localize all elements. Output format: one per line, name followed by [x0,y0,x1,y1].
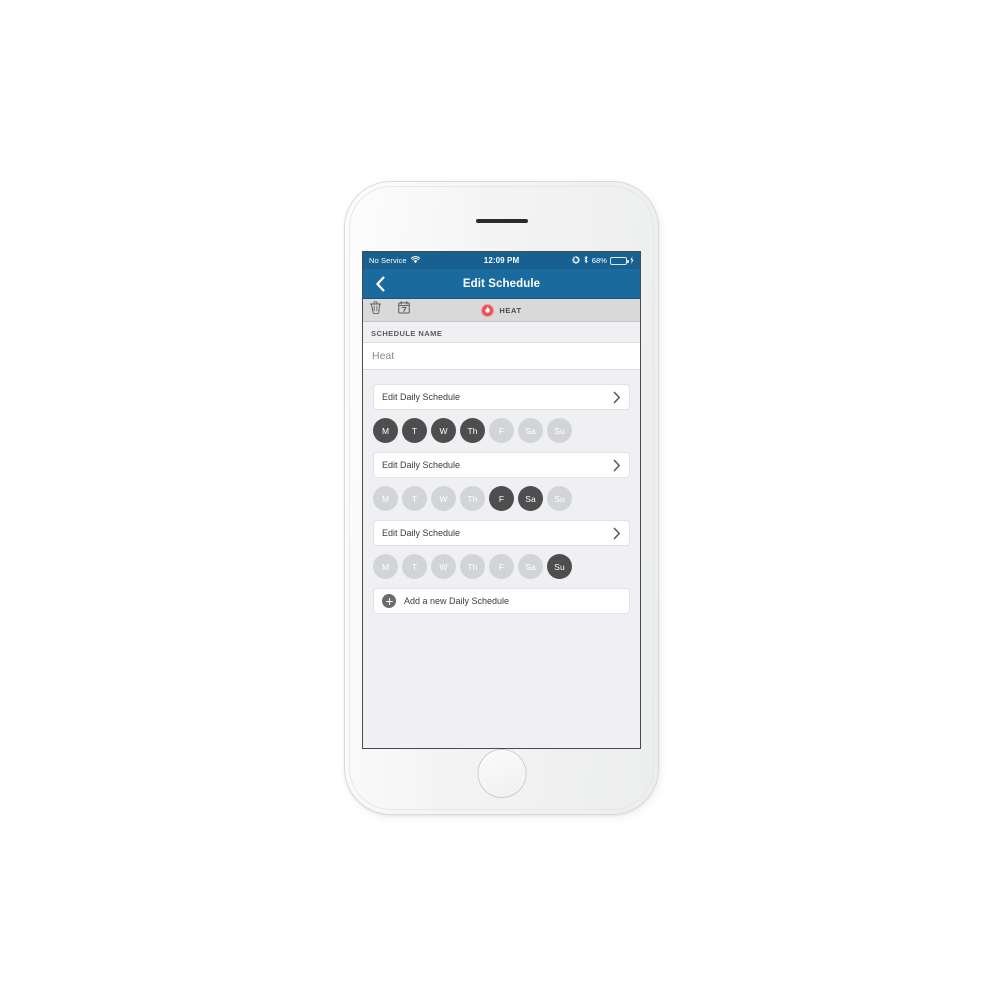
day-toggle-t[interactable]: T [402,554,427,579]
day-selector-row: M T W Th F Sa Su [363,410,640,445]
status-bar: No Service 12:09 PM 68% [363,252,640,269]
day-toggle-w[interactable]: W [431,554,456,579]
bluetooth-icon [583,255,589,266]
home-button[interactable] [478,750,525,797]
daily-schedule-block: Edit Daily Schedule M T W Th F Sa Su [363,384,640,445]
battery-nub [627,259,629,263]
chevron-right-icon [613,459,621,472]
edit-daily-schedule-label: Edit Daily Schedule [382,392,461,402]
screenshot-canvas: No Service 12:09 PM 68% Edit Schedule HE… [0,0,1003,1003]
speaker-grille [475,219,528,223]
schedule-name-header: SCHEDULE NAME [363,322,640,342]
rotation-lock-icon [572,255,580,266]
day-toggle-su[interactable]: Su [547,418,572,443]
plus-circle-icon [382,594,396,608]
day-toggle-sa[interactable]: Sa [518,554,543,579]
day-toggle-su[interactable]: Su [547,486,572,511]
carrier-label: No Service [369,256,407,265]
day-toggle-t[interactable]: T [402,486,427,511]
day-selector-row: M T W Th F Sa Su [363,478,640,513]
clock-label: 12:09 PM [483,256,520,265]
battery-icon [610,256,629,265]
charging-bolt-icon [630,255,634,266]
edit-daily-schedule-row[interactable]: Edit Daily Schedule [373,384,630,410]
wifi-icon [410,255,420,266]
mode-label: HEAT [499,305,522,315]
page-title: Edit Schedule [462,277,541,290]
add-daily-schedule-label: Add a new Daily Schedule [404,596,510,606]
day-selector-row: M T W Th F Sa Su [363,546,640,581]
phone-screen: No Service 12:09 PM 68% Edit Schedule HE… [363,252,640,748]
chevron-right-icon [613,391,621,404]
day-toggle-f[interactable]: F [489,554,514,579]
day-toggle-t[interactable]: T [402,418,427,443]
status-bar-left: No Service [369,255,484,266]
day-toggle-w[interactable]: W [431,418,456,443]
iphone-device: No Service 12:09 PM 68% Edit Schedule HE… [345,182,658,814]
battery-percent-label: 68% [591,256,608,265]
status-bar-right: 68% [519,255,634,266]
day-toggle-f[interactable]: F [489,486,514,511]
chevron-right-icon [613,527,621,540]
daily-schedule-block: Edit Daily Schedule M T W Th F Sa Su [363,520,640,581]
delete-schedule-button[interactable] [369,301,390,319]
day-toggle-th[interactable]: Th [460,554,485,579]
daily-schedule-block: Edit Daily Schedule M T W Th F Sa Su [363,452,640,513]
day-toggle-m[interactable]: M [373,554,398,579]
edit-daily-schedule-row[interactable]: Edit Daily Schedule [373,520,630,546]
day-toggle-su[interactable]: Su [547,554,572,579]
add-daily-schedule-button[interactable]: Add a new Daily Schedule [373,588,630,614]
day-toggle-th[interactable]: Th [460,486,485,511]
trash-icon [369,301,382,319]
back-button[interactable] [372,276,388,292]
mode-toolbar: HEAT [363,299,640,322]
day-toggle-f[interactable]: F [489,418,514,443]
edit-daily-schedule-label: Edit Daily Schedule [382,528,461,538]
calendar-button[interactable] [390,301,410,319]
edit-daily-schedule-label: Edit Daily Schedule [382,460,461,470]
navigation-bar: Edit Schedule [363,269,640,299]
calendar-icon [398,301,410,319]
day-toggle-sa[interactable]: Sa [518,486,543,511]
day-toggle-m[interactable]: M [373,486,398,511]
day-toggle-th[interactable]: Th [460,418,485,443]
edit-daily-schedule-row[interactable]: Edit Daily Schedule [373,452,630,478]
schedule-name-input[interactable]: Heat [363,342,640,370]
day-toggle-m[interactable]: M [373,418,398,443]
chevron-left-icon [375,276,386,292]
content-area: SCHEDULE NAME Heat Edit Daily Schedule M… [363,322,640,748]
flame-icon [481,303,495,317]
day-toggle-w[interactable]: W [431,486,456,511]
day-toggle-sa[interactable]: Sa [518,418,543,443]
